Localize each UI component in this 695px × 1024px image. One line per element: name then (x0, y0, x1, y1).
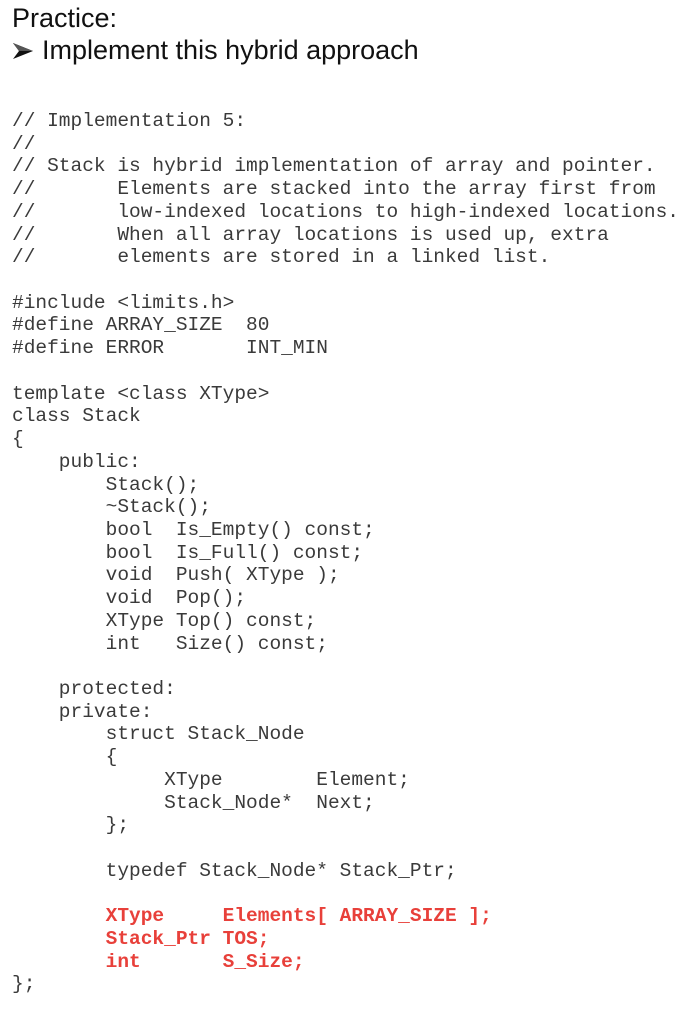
bullet-text: Implement this hybrid approach (42, 35, 419, 65)
code-line: Stack(); (12, 473, 200, 496)
code-listing: // Implementation 5://// Stack is hybrid… (12, 110, 679, 996)
code-line: void Push( XType ); (12, 564, 340, 587)
code-line: struct Stack_Node (12, 723, 305, 746)
code-line: private: (12, 700, 153, 723)
slide-title: Practice: (12, 3, 118, 33)
code-line: { (12, 428, 24, 451)
code-line: #define ARRAY_SIZE 80 (12, 314, 270, 337)
code-line: typedef Stack_Node* Stack_Ptr; (12, 859, 457, 882)
code-line: XType Top() const; (12, 609, 317, 632)
code-line: ~Stack(); (12, 496, 211, 519)
code-line: class Stack (12, 405, 141, 428)
code-line: Stack_Node* Next; (12, 791, 375, 814)
highlighted-code-line: int S_Size; (12, 950, 305, 973)
code-line: int Size() const; (12, 632, 328, 655)
code-line: // Stack is hybrid implementation of arr… (12, 155, 656, 178)
code-line: #include <limits.h> (12, 291, 235, 314)
code-line: public: (12, 450, 141, 473)
arrowhead-bullet-icon (12, 35, 34, 59)
code-line: #define ERROR INT_MIN (12, 337, 328, 360)
code-line: // low-indexed locations to high-indexed… (12, 200, 680, 223)
bullet-point: Implement this hybrid approach (12, 34, 419, 66)
highlighted-code-line: Stack_Ptr TOS; (12, 927, 270, 950)
code-line: template <class XType> (12, 382, 270, 405)
code-line: // Elements are stacked into the array f… (12, 178, 656, 201)
highlighted-code-line: XType Elements[ ARRAY_SIZE ]; (12, 905, 492, 928)
code-line: void Pop(); (12, 587, 247, 610)
code-line: XType Element; (12, 768, 410, 791)
code-line: bool Is_Empty() const; (12, 518, 375, 541)
code-line: // (12, 132, 36, 155)
code-line: { (12, 746, 118, 769)
code-line: protected: (12, 677, 176, 700)
code-line: // When all array locations is used up, … (12, 223, 609, 246)
code-line: }; (12, 973, 36, 996)
code-line: }; (12, 814, 130, 837)
code-line: bool Is_Full() const; (12, 541, 364, 564)
code-line: // Implementation 5: (12, 110, 247, 132)
code-line: // elements are stored in a linked list. (12, 246, 551, 269)
